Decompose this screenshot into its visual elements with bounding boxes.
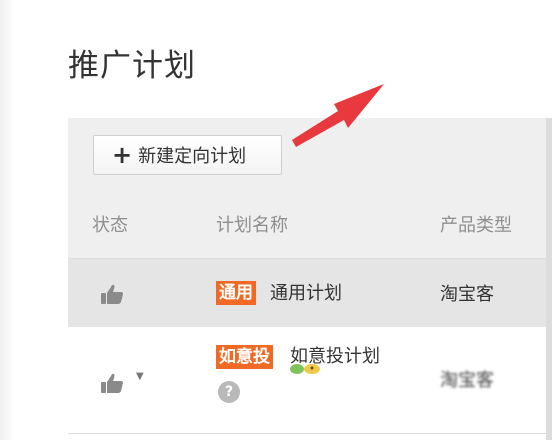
thumbs-up-icon[interactable] (100, 283, 124, 305)
help-icon[interactable]: ? (218, 381, 240, 403)
plan-type-badge: 如意投 (216, 345, 273, 369)
emoji-sticker-icon (290, 364, 320, 374)
table-row[interactable]: 通用 通用计划 淘宝客 (68, 258, 552, 327)
column-header-status: 状态 (92, 215, 128, 236)
column-header-plan-name: 计划名称 (216, 215, 288, 236)
plan-name-link[interactable]: 通用计划 (270, 282, 342, 306)
plan-type-badge: 通用 (216, 281, 256, 305)
scrollbar[interactable] (546, 118, 552, 440)
status-dropdown-caret-icon[interactable]: ▼ (136, 371, 144, 382)
table-header: 状态 计划名称 产品类型 (68, 188, 552, 258)
page-edge-shadow (0, 0, 14, 440)
toolbar: + 新建定向计划 (68, 118, 552, 188)
plus-icon: + (112, 141, 133, 169)
thumbs-up-icon[interactable] (100, 372, 124, 394)
column-header-product-type: 产品类型 (440, 215, 512, 236)
new-plan-button-label: 新建定向计划 (138, 146, 247, 167)
table-row[interactable]: ▼ 如意投 如意投计划 ? 淘宝客 (68, 327, 552, 434)
product-type-value: 淘宝客 (440, 370, 494, 391)
page-title: 推广计划 (68, 48, 196, 84)
new-targeted-plan-button[interactable]: + 新建定向计划 (93, 135, 282, 175)
product-type-value: 淘宝客 (440, 284, 494, 305)
